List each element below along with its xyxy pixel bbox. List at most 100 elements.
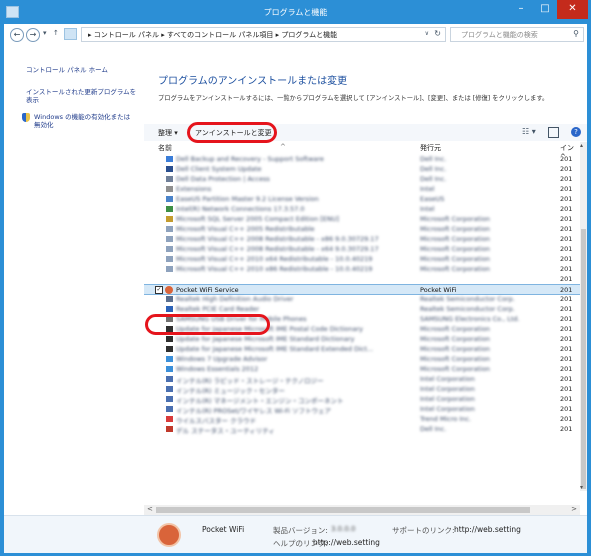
program-row[interactable]: 201 (144, 274, 580, 284)
program-installed-date: 201 (560, 295, 573, 303)
row-checkbox[interactable]: ✓ (155, 286, 163, 294)
view-options-icon[interactable]: ☷ ▾ (522, 127, 536, 136)
program-name: Dell Backup and Recovery - Support Softw… (176, 155, 324, 163)
column-name-header[interactable]: 名前 (158, 143, 172, 153)
close-button[interactable]: ✕ (557, 0, 588, 19)
maximize-button[interactable]: □ (533, 0, 557, 19)
scroll-down-icon[interactable]: ▾ (580, 484, 583, 491)
program-row[interactable]: Microsoft Visual C++ 2005 Redistributabl… (144, 224, 580, 234)
program-publisher: Intel (420, 185, 435, 193)
program-row[interactable]: EaseUS Partition Master 9.2 License Vers… (144, 194, 580, 204)
details-support-link[interactable]: http://web.setting (454, 525, 521, 534)
program-installed-date: 201 (560, 195, 573, 203)
program-icon (166, 246, 173, 252)
back-button[interactable]: ← (10, 28, 24, 42)
program-row[interactable]: インテル(R) マネージメント・エンジン・コンポーネント Intel Corpor… (144, 394, 580, 405)
program-icon (166, 196, 173, 202)
title-bar[interactable]: プログラムと機能 – □ ✕ (0, 0, 591, 24)
program-installed-date: 201 (560, 375, 573, 383)
program-row[interactable]: Microsoft SQL Server 2005 Compact Editio… (144, 214, 580, 224)
program-row[interactable]: Extensions Intel 201 (144, 184, 580, 194)
page-title: プログラムのアンインストールまたは変更 (158, 76, 348, 87)
windows-features-link[interactable]: Windows の機能の有効化または 無効化 (34, 113, 130, 129)
program-publisher: Microsoft Corporation (420, 345, 491, 353)
organize-menu[interactable]: 整理 ▾ (158, 128, 178, 138)
program-name: Microsoft Visual C++ 2010 x86 Redistribu… (176, 265, 373, 273)
program-row[interactable]: Microsoft Visual C++ 2008 Redistributabl… (144, 244, 580, 254)
search-icon[interactable]: ⚲ (573, 29, 579, 38)
folder-icon (64, 28, 77, 40)
program-name: Microsoft Visual C++ 2005 Redistributabl… (176, 225, 315, 233)
uninstall-highlight-ring (187, 122, 277, 143)
view-installed-updates-link[interactable]: インストールされた更新プログラムを 表示 (26, 88, 136, 104)
scroll-up-icon[interactable]: ▴ (580, 142, 583, 149)
details-help-link[interactable]: http://web.setting (313, 538, 380, 547)
program-installed-date: 201 (560, 305, 573, 313)
up-button[interactable]: ↑ (53, 29, 59, 37)
program-name: Realtek PCIE Card Reader (176, 305, 260, 313)
scroll-right-icon[interactable]: > (571, 505, 577, 513)
vertical-scrollbar[interactable]: ▴ ▾ (580, 142, 587, 491)
program-row[interactable]: デル ステータス・ユーティリティ Dell Inc. 201 (144, 424, 580, 435)
preview-pane-icon[interactable] (548, 127, 559, 138)
horizontal-scrollbar[interactable]: < > (144, 505, 580, 515)
program-row[interactable]: ウイルスバスター クラウド Trend Micro Inc. 201 (144, 414, 580, 425)
program-installed-date: 201 (560, 385, 573, 393)
minimize-button[interactable]: – (509, 0, 533, 19)
program-publisher: Dell Inc. (420, 175, 447, 183)
program-row[interactable]: インテル(R) PROSet/ワイヤレス Wi-Fi ソフトウェア Intel C… (144, 404, 580, 415)
program-publisher: Dell Inc. (420, 155, 447, 163)
program-icon (166, 206, 173, 212)
refresh-icon[interactable]: ↻ (434, 29, 441, 38)
program-publisher: Microsoft Corporation (420, 215, 491, 223)
search-input[interactable]: プログラムと機能の検索 ⚲ (450, 27, 584, 42)
horizontal-scroll-thumb[interactable] (156, 507, 530, 513)
recent-locations-button[interactable]: ▾ (43, 29, 47, 37)
vertical-scroll-thumb[interactable] (581, 229, 586, 489)
program-name: Realtek High Definition Audio Driver (176, 295, 294, 303)
program-row[interactable]: Microsoft Visual C++ 2008 Redistributabl… (144, 234, 580, 244)
help-icon[interactable]: ? (571, 127, 581, 137)
program-installed-date: 201 (560, 395, 573, 403)
program-row[interactable]: Realtek High Definition Audio Driver Real… (144, 294, 580, 304)
column-publisher-header[interactable]: 発行元 (420, 143, 441, 153)
program-icon (166, 396, 173, 402)
address-field[interactable]: ▸ コントロール パネル ▸ すべてのコントロール パネル項目 ▸ プログラムと… (81, 27, 446, 42)
program-row[interactable]: Windows 7 Upgrade Advisor Microsoft Corpo… (144, 354, 580, 364)
updates-link-line1: インストールされた更新プログラムを (26, 88, 137, 96)
program-installed-date: 201 (560, 205, 573, 213)
program-publisher: Microsoft Corporation (420, 325, 491, 333)
breadcrumb[interactable]: ▸ コントロール パネル ▸ すべてのコントロール パネル項目 ▸ プログラムと… (88, 30, 337, 40)
program-name: Dell Client System Update (176, 165, 262, 173)
program-icon (166, 236, 173, 242)
program-name: Update for Japanese Microsoft IME Standa… (176, 345, 374, 353)
program-icon (166, 166, 173, 172)
program-row[interactable]: Dell Data Protection | Access Dell Inc. 20… (144, 174, 580, 184)
details-version-label: 製品バージョン: (273, 526, 328, 535)
program-row[interactable]: Windows Essentials 2012 Microsoft Corpora… (144, 364, 580, 374)
program-row[interactable]: インテル(R) ラピッド・ストレージ・テクノロジー Intel Corporati… (144, 374, 580, 385)
program-row[interactable]: Intel(R) Network Connections 17.3.57.0 In… (144, 204, 580, 214)
program-icon (166, 226, 173, 232)
program-row[interactable]: Realtek PCIE Card Reader Realtek Semicond… (144, 304, 580, 314)
program-publisher: SAMSUNG Electronics Co., Ltd. (420, 315, 520, 323)
program-installed-date: 201 (560, 265, 573, 273)
program-row[interactable]: Dell Client System Update Dell Inc. 201 (144, 164, 580, 174)
program-row[interactable]: Microsoft Visual C++ 2010 x86 Redistribu… (144, 264, 580, 274)
program-row[interactable]: Dell Backup and Recovery - Support Softw… (144, 154, 580, 164)
address-dropdown-icon[interactable]: ∨ (425, 30, 429, 37)
program-installed-date: 201 (560, 365, 573, 373)
control-panel-home-link[interactable]: コントロール パネル ホーム (26, 66, 108, 74)
program-row[interactable]: Update for Japanese Microsoft IME Standa… (144, 344, 580, 354)
program-installed-date: 201 (560, 405, 573, 413)
program-icon (166, 386, 173, 392)
window-title: プログラムと機能 (263, 8, 328, 17)
forward-button[interactable]: → (26, 28, 40, 42)
program-row[interactable]: Update for Japanese Microsoft IME Standa… (144, 334, 580, 344)
program-installed-date: 201 (560, 165, 573, 173)
scroll-left-icon[interactable]: < (147, 505, 153, 513)
program-publisher: Intel (420, 205, 435, 213)
program-row[interactable]: インテル(R) ミュージック・センター Intel Corporation 201 (144, 384, 580, 395)
program-row[interactable]: Microsoft Visual C++ 2010 x64 Redistribu… (144, 254, 580, 264)
program-icon (166, 186, 173, 192)
